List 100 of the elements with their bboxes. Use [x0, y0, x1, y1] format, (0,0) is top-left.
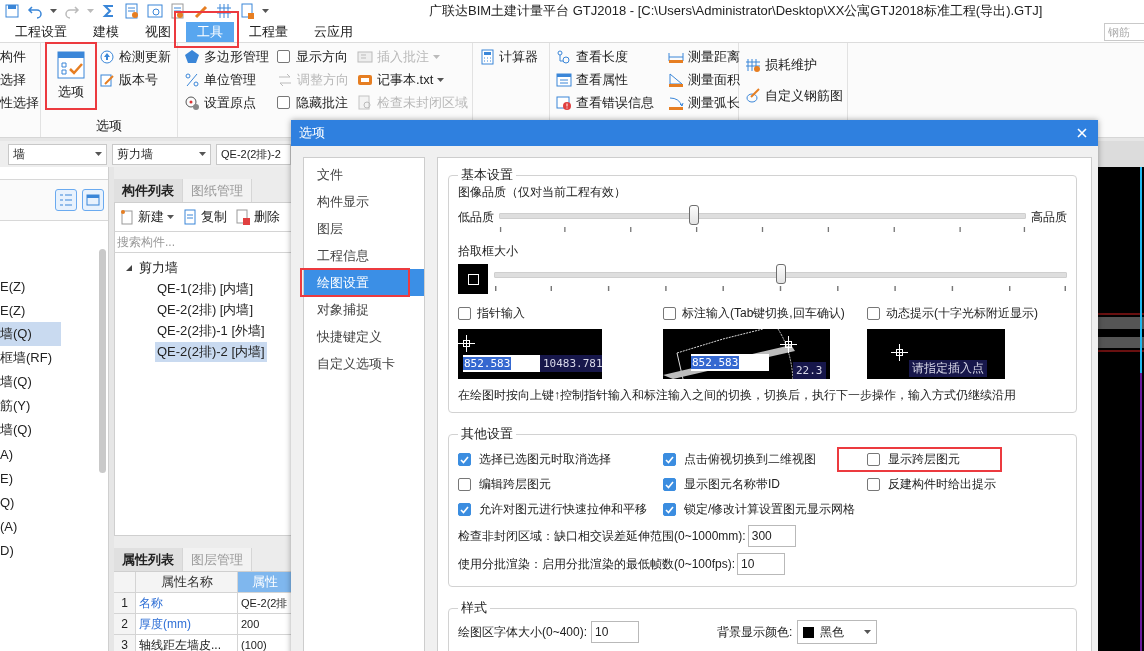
scrollbar[interactable] — [99, 249, 106, 473]
ribbon-button[interactable]: 多边形管理 — [184, 45, 269, 68]
tree-item[interactable]: 墙(Q) — [0, 370, 61, 394]
number-input[interactable]: 10 — [591, 621, 640, 643]
slider-label: 低品质 — [458, 209, 494, 226]
checkbox[interactable] — [663, 453, 676, 466]
ribbon-button[interactable]: 设置原点 — [184, 91, 269, 114]
units-icon — [184, 71, 200, 88]
checkbox[interactable] — [458, 306, 471, 320]
ribbon-button[interactable]: 版本号 — [99, 68, 171, 91]
table-cell: 轴线距左墙皮... — [136, 635, 238, 651]
checkbox[interactable] — [277, 96, 290, 109]
checkbox[interactable] — [458, 453, 471, 466]
nav-item[interactable]: 对象捕捉 — [304, 296, 424, 323]
color-swatch — [803, 626, 815, 638]
tree-item[interactable]: E) — [0, 466, 61, 490]
ribbon-button[interactable]: 选择 — [0, 68, 34, 91]
menu-tab[interactable]: 工程量 — [238, 22, 299, 42]
caret-icon — [167, 215, 174, 219]
tree-item[interactable]: A) — [0, 442, 61, 466]
nav-item[interactable]: 文件 — [304, 161, 424, 188]
tree-item[interactable]: D) — [0, 538, 61, 562]
checkbox[interactable] — [663, 306, 676, 320]
ribbon-button[interactable]: 构件 — [0, 45, 34, 68]
tree-item[interactable]: QE-2(2排)-1 [外墙] — [155, 321, 267, 341]
nav-item[interactable]: 快捷键定义 — [304, 323, 424, 350]
checkbox[interactable] — [663, 478, 676, 491]
comment-icon — [357, 48, 373, 65]
pick-size-slider[interactable] — [494, 264, 1067, 292]
pentagon-icon — [184, 48, 200, 65]
number-input[interactable]: 300 — [747, 525, 796, 547]
row-number: 1 — [114, 593, 136, 614]
tree-item[interactable]: E(Z) — [0, 274, 61, 298]
tree-item[interactable]: 墙(Q) — [0, 418, 61, 442]
checkbox[interactable] — [277, 50, 290, 63]
column-header[interactable]: 属性名称 — [136, 572, 238, 593]
color-select[interactable]: 黑色 — [797, 620, 878, 644]
ribbon-button[interactable]: 测量弧长 — [668, 91, 740, 114]
nav-item[interactable]: 自定义选项卡 — [304, 350, 424, 377]
caret-icon — [437, 77, 445, 82]
tree-item[interactable]: E(Z) — [0, 298, 61, 322]
panel-tab[interactable]: 构件列表 — [114, 179, 183, 202]
ribbon-button[interactable]: 自定义钢筋图 — [745, 84, 841, 107]
checkbox-label: 编辑跨层图元 — [479, 476, 551, 493]
ribbon-button[interactable]: 单位管理 — [184, 68, 269, 91]
ribbon-button[interactable]: 损耗维护 — [745, 53, 841, 76]
panel-tab[interactable]: 属性列表 — [114, 548, 183, 571]
ribbon-button[interactable]: 查看属性 — [556, 68, 654, 91]
slider-label: 高品质 — [1031, 209, 1067, 226]
tree-item[interactable]: 框墙(RF) — [0, 346, 61, 370]
tree-item[interactable]: 剪力墙 — [139, 258, 178, 277]
tree-item[interactable]: QE-2(2排)-2 [内墙] — [155, 342, 267, 362]
toolbar-button[interactable]: 删除 — [235, 208, 280, 226]
tree-item[interactable]: 筋(Y) — [0, 394, 61, 418]
checkbox[interactable] — [867, 453, 880, 466]
checkbox[interactable] — [458, 478, 471, 491]
menu-tab[interactable]: 视图 — [134, 22, 182, 42]
number-input[interactable]: 10 — [737, 553, 786, 575]
options-button[interactable]: 选项 — [47, 47, 95, 107]
combo-box[interactable]: QE-2(2排)-2 — [216, 143, 291, 165]
checkbox[interactable] — [867, 306, 880, 320]
menu-tab[interactable]: 工程设置 — [4, 22, 78, 42]
tree-item[interactable]: (A) — [0, 514, 61, 538]
list-icon — [59, 193, 73, 207]
ribbon-button[interactable]: 查看长度 — [556, 45, 654, 68]
slider-thumb[interactable] — [689, 205, 699, 225]
ribbon-button[interactable]: 检测更新 — [99, 45, 171, 68]
menu-tab[interactable]: 建模 — [82, 22, 130, 42]
ribbon-button[interactable]: 记事本.txt — [357, 68, 468, 91]
checkbox-label: 选择已选图元时取消选择 — [479, 451, 611, 468]
panel-view-button[interactable] — [82, 189, 104, 211]
checkbox[interactable] — [867, 478, 880, 491]
nav-item[interactable]: 工程信息 — [304, 242, 424, 269]
checkbox[interactable] — [663, 503, 676, 516]
tree-item[interactable]: QE-1(2排) [内墙] — [155, 279, 256, 299]
ribbon-button[interactable]: 测量面积 — [668, 68, 740, 91]
caret-icon — [433, 54, 440, 59]
checkbox-label: 锁定/修改计算设置图元显示网格 — [684, 501, 856, 518]
ribbon-button[interactable]: 测量距离 — [668, 45, 740, 68]
tree-item[interactable]: QE-2(2排) [内墙] — [155, 300, 256, 320]
calculator-button[interactable]: 计算器 — [479, 45, 543, 68]
toolbar-button[interactable]: 复制 — [182, 208, 227, 226]
menu-tab[interactable]: 云应用 — [303, 22, 364, 42]
row-number: 3 — [114, 635, 136, 651]
nav-item[interactable]: 构件显示 — [304, 188, 424, 215]
angle-readout: 22.3 — [793, 362, 826, 379]
list-view-button[interactable] — [55, 189, 77, 211]
ribbon-button[interactable]: 查看错误信息 — [556, 91, 654, 114]
quality-slider[interactable] — [499, 205, 1026, 233]
tree-item[interactable]: Q) — [0, 490, 61, 514]
combo-box[interactable]: 剪力墙 — [112, 143, 211, 165]
slider-thumb[interactable] — [775, 264, 786, 284]
close-icon — [1077, 128, 1087, 138]
checkbox[interactable] — [458, 503, 471, 516]
tree-item[interactable]: 墙(Q) — [0, 322, 61, 346]
redo-icon — [64, 3, 80, 19]
toolbar-button[interactable]: 新建 — [119, 208, 174, 226]
nav-item[interactable]: 图层 — [304, 215, 424, 242]
delete-icon — [235, 209, 251, 225]
combo-box[interactable]: 墙 — [8, 143, 107, 165]
